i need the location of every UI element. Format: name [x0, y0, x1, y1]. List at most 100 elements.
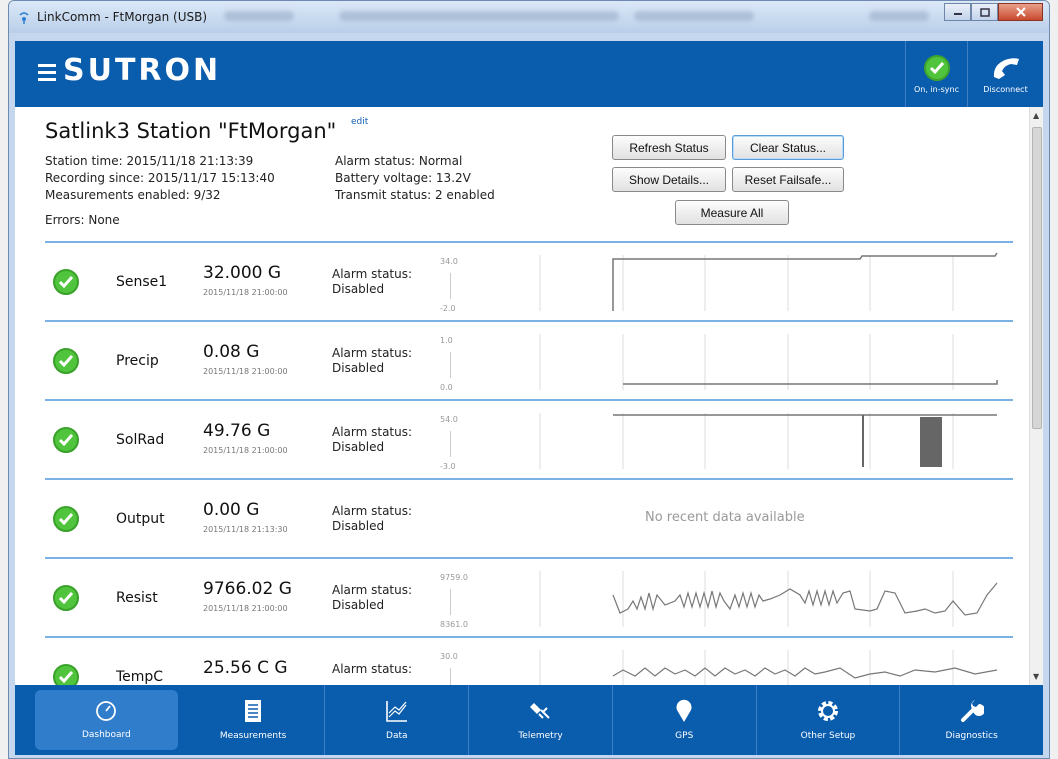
measurement-alarm: Alarm status:	[332, 662, 413, 676]
sparkline-axis	[450, 668, 451, 685]
title-bar[interactable]: LinkComm - FtMorgan (USB)	[9, 1, 1049, 33]
nav-diagnostics[interactable]: Diagnostics	[900, 685, 1043, 755]
nav-data[interactable]: Data	[325, 685, 470, 755]
bottom-navigation: Dashboard Measurements Data Telemetry GP…	[15, 685, 1043, 755]
measurement-alarm: Alarm status: Disabled	[332, 267, 413, 296]
measurement-timestamp: 2015/11/18 21:00:00	[203, 288, 288, 297]
measurement-alarm: Alarm status: Disabled	[332, 504, 413, 533]
measurement-alarm: Alarm status: Disabled	[332, 346, 413, 375]
sparkline-chart	[539, 650, 998, 685]
sparkline-axis	[450, 352, 451, 378]
satellite-icon	[529, 703, 550, 719]
sparkline-max-label: 9759.0	[440, 573, 468, 582]
measurements-enabled: Measurements enabled: 9/32	[45, 188, 221, 202]
measurement-alarm: Alarm status: Disabled	[332, 583, 413, 612]
map-pin-icon	[676, 699, 692, 722]
blurred-title-segment	[634, 11, 754, 21]
edit-station-link[interactable]: edit	[351, 117, 368, 127]
show-details-button[interactable]: Show Details...	[612, 167, 726, 192]
nav-other-setup[interactable]: Other Setup	[757, 685, 901, 755]
measurement-row-tempc[interactable]: TempC 25.56 C G Alarm status: 30.0	[45, 636, 1013, 685]
station-time: Station time: 2015/11/18 21:13:39	[45, 154, 254, 168]
nav-dashboard[interactable]: Dashboard	[35, 690, 178, 750]
nav-telemetry[interactable]: Telemetry	[469, 685, 613, 755]
nav-label: Measurements	[219, 731, 287, 741]
app-header: SUTRON On, in-sync Disconnect	[15, 41, 1043, 107]
close-button[interactable]	[998, 3, 1043, 21]
sparkline-axis	[450, 273, 451, 299]
measurement-name: TempC	[116, 669, 164, 685]
blurred-title-segment	[224, 11, 294, 21]
maximize-button[interactable]	[971, 3, 998, 21]
refresh-status-button[interactable]: Refresh Status	[612, 135, 726, 160]
nav-label: Dashboard	[81, 730, 131, 740]
nav-label: Data	[386, 731, 408, 741]
measurement-name: Output	[116, 511, 165, 527]
measurement-value: 0.08 G	[203, 342, 260, 362]
transmit-status: Transmit status: 2 enabled	[335, 188, 495, 202]
gear-icon	[817, 701, 838, 721]
window-title: LinkComm - FtMorgan (USB)	[37, 10, 208, 24]
dashboard-panel: Satlink3 Station "FtMorgan" edit Station…	[15, 107, 1029, 685]
measurement-value: 9766.02 G	[203, 579, 292, 599]
sparkline-max-label: 30.0	[440, 652, 458, 661]
sparkline-min-label: -3.0	[440, 462, 456, 471]
measurement-row-solrad[interactable]: SolRad 49.76 G 2015/11/18 21:00:00 Alarm…	[45, 399, 1013, 478]
reset-failsafe-button[interactable]: Reset Failsafe...	[732, 167, 844, 192]
measurement-row-sense1[interactable]: Sense1 32.000 G 2015/11/18 21:00:00 Alar…	[45, 241, 1013, 320]
blurred-title-segment	[869, 11, 929, 21]
sync-status-button[interactable]: On, in-sync	[905, 41, 967, 107]
measurement-timestamp: 2015/11/18 21:00:00	[203, 446, 288, 455]
nav-gps[interactable]: GPS	[613, 685, 757, 755]
scroll-up-arrow-icon[interactable]: ▲	[1033, 111, 1039, 120]
clear-status-button[interactable]: Clear Status...	[732, 135, 844, 160]
scrollbar-thumb[interactable]	[1032, 127, 1042, 429]
gauge-icon	[96, 701, 117, 721]
minimize-icon	[953, 13, 962, 15]
measurement-name: Precip	[116, 353, 159, 369]
check-icon	[53, 664, 79, 685]
measurement-alarm: Alarm status: Disabled	[332, 425, 413, 454]
blurred-title-segment	[339, 11, 619, 21]
measurement-name: SolRad	[116, 432, 165, 448]
hamburger-menu-icon[interactable]	[38, 64, 56, 85]
disconnect-button[interactable]: Disconnect	[967, 41, 1043, 107]
measure-all-button[interactable]: Measure All	[675, 200, 789, 225]
measurement-name: Sense1	[116, 274, 168, 290]
errors-status: Errors: None	[45, 213, 120, 227]
sync-status-label: On, in-sync	[913, 84, 959, 94]
measurement-value: 25.56 C G	[203, 658, 288, 678]
disconnect-label: Disconnect	[983, 84, 1028, 94]
scroll-down-arrow-icon[interactable]: ▼	[1033, 672, 1039, 681]
check-icon	[53, 585, 79, 611]
minimize-button[interactable]	[944, 3, 971, 21]
sparkline-axis	[450, 431, 451, 457]
check-icon	[53, 506, 79, 532]
sparkline-chart	[539, 413, 997, 469]
measurement-value: 32.000 G	[203, 263, 282, 283]
check-icon	[53, 269, 79, 295]
battery-voltage: Battery voltage: 13.2V	[335, 171, 471, 185]
sparkline-max-label: 1.0	[440, 336, 453, 345]
check-icon	[53, 427, 79, 453]
sparkline-max-label: 34.0	[440, 257, 458, 266]
alarm-status: Alarm status: Normal	[335, 154, 463, 168]
measurement-value: 0.00 G	[203, 500, 260, 520]
measurement-timestamp: 2015/11/18 21:00:00	[203, 604, 288, 613]
page-title: Satlink3 Station "FtMorgan"	[45, 119, 337, 143]
vertical-scrollbar[interactable]: ▲ ▼	[1029, 107, 1043, 685]
phone-handset-icon	[993, 57, 1019, 79]
app-window: LinkComm - FtMorgan (USB) SUTRON On, in-…	[8, 0, 1050, 759]
measurement-value: 49.76 G	[203, 421, 271, 441]
nav-measurements[interactable]: Measurements	[182, 685, 326, 755]
sparkline-chart	[539, 334, 998, 390]
measurement-timestamp: 2015/11/18 21:00:00	[203, 367, 288, 376]
measurement-row-precip[interactable]: Precip 0.08 G 2015/11/18 21:00:00 Alarm …	[45, 320, 1013, 399]
sparkline-max-label: 54.0	[440, 415, 458, 424]
no-data-message: No recent data available	[645, 510, 805, 525]
measurement-row-output[interactable]: Output 0.00 G 2015/11/18 21:13:30 Alarm …	[45, 478, 1013, 557]
sparkline-chart	[539, 252, 998, 311]
nav-label: GPS	[675, 731, 694, 741]
measurement-row-resist[interactable]: Resist 9766.02 G 2015/11/18 21:00:00 Ala…	[45, 557, 1013, 636]
chart-icon	[385, 701, 407, 722]
